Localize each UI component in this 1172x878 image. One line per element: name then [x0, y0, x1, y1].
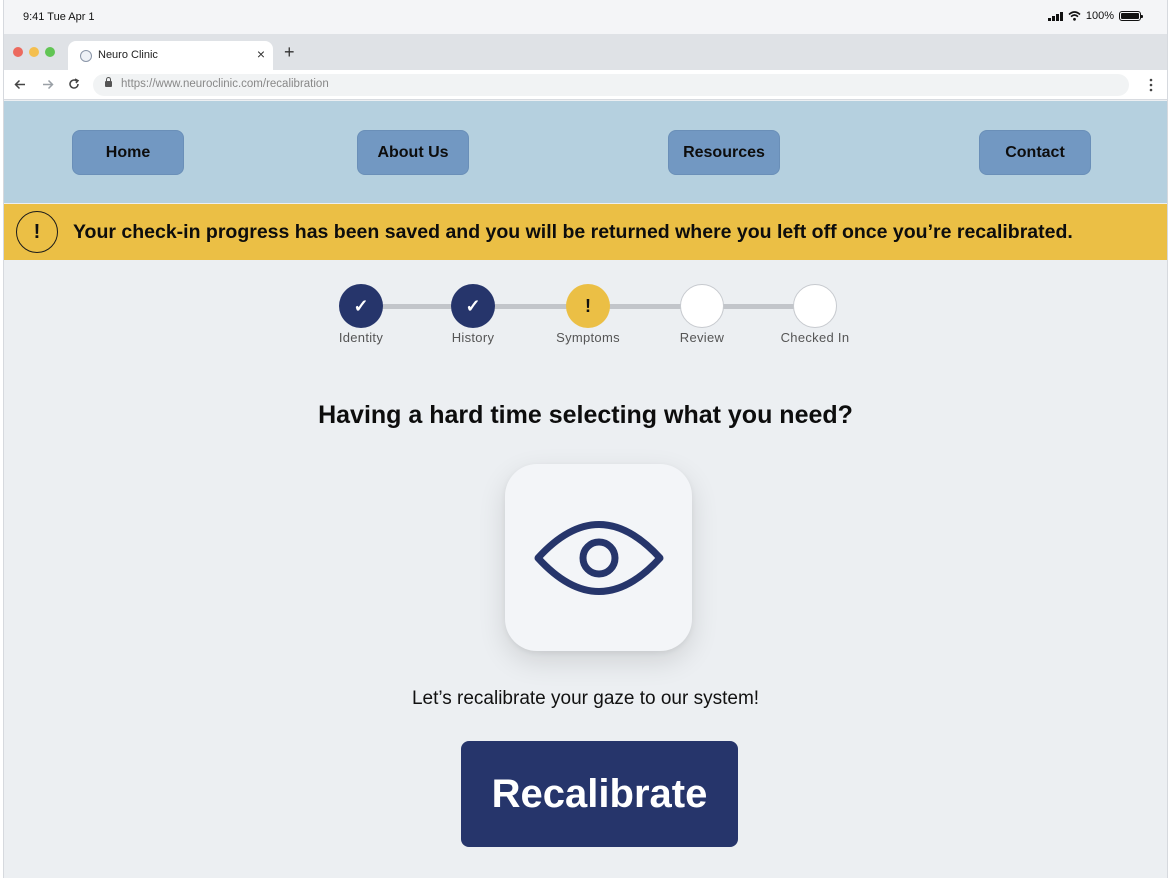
warning-icon: ! [566, 284, 610, 328]
reload-icon[interactable] [68, 78, 80, 90]
empty-step-circle [680, 284, 724, 328]
cellular-icon [1047, 11, 1063, 21]
empty-step-circle [793, 284, 837, 328]
step-history: ✓ History [428, 284, 518, 345]
step-review: Review [657, 284, 747, 345]
step-label: Checked In [780, 330, 850, 345]
nav-about-us[interactable]: About Us [357, 130, 469, 175]
new-tab-button[interactable]: + [284, 42, 295, 63]
url-bar[interactable]: https://www.neuroclinic.com/recalibratio… [93, 74, 1129, 96]
status-right: 100% [1047, 10, 1143, 22]
step-symptoms: ! Symptoms [543, 284, 633, 345]
wifi-icon [1068, 11, 1081, 21]
more-options-icon[interactable] [1149, 78, 1153, 92]
page-heading: Having a hard time selecting what you ne… [318, 401, 853, 429]
banner-message: Your check-in progress has been saved an… [73, 221, 1073, 243]
recalibrate-prompt: Let’s recalibrate your gaze to our syste… [411, 688, 760, 709]
eye-icon-card [505, 464, 692, 651]
battery-icon [1119, 11, 1143, 21]
nav-home[interactable]: Home [72, 130, 184, 175]
recalibrate-button[interactable]: Recalibrate [461, 741, 738, 847]
browser-window: 9:41 Tue Apr 1 100% Neuro Clinic × + htt… [3, 0, 1168, 878]
favicon-icon [80, 50, 92, 62]
minimize-window-dot[interactable] [29, 47, 39, 57]
step-checked-in: Checked In [770, 284, 860, 345]
step-label: Identity [338, 330, 384, 345]
alert-icon: ! [16, 211, 58, 253]
close-window-dot[interactable] [13, 47, 23, 57]
battery-percent: 100% [1085, 10, 1114, 22]
status-bar: 9:41 Tue Apr 1 100% [4, 0, 1167, 34]
tab-close-icon[interactable]: × [257, 46, 265, 62]
back-icon[interactable] [14, 79, 26, 90]
step-label: Symptoms [556, 330, 620, 345]
status-time: 9:41 Tue Apr 1 [23, 11, 95, 23]
tab-strip: Neuro Clinic × + [4, 34, 1167, 70]
eye-icon [534, 520, 663, 595]
maximize-window-dot[interactable] [45, 47, 55, 57]
forward-icon[interactable] [42, 79, 54, 90]
nav-resources[interactable]: Resources [668, 130, 780, 175]
lock-icon [105, 77, 112, 87]
checkmark-icon: ✓ [339, 284, 383, 328]
site-header: Home About Us Resources Contact [4, 101, 1167, 203]
step-identity: ✓ Identity [316, 284, 406, 345]
checkmark-icon: ✓ [451, 284, 495, 328]
url-text: https://www.neuroclinic.com/recalibratio… [121, 78, 329, 90]
window-controls [13, 47, 55, 57]
step-label: Review [679, 330, 725, 345]
progress-saved-banner: ! Your check-in progress has been saved … [4, 204, 1167, 260]
browser-tab[interactable]: Neuro Clinic × [68, 41, 273, 70]
address-bar: https://www.neuroclinic.com/recalibratio… [4, 70, 1167, 100]
nav-contact[interactable]: Contact [979, 130, 1091, 175]
tab-title: Neuro Clinic [98, 49, 158, 61]
checkin-stepper: ✓ Identity ✓ History ! Symptoms Review C… [4, 284, 1167, 354]
step-label: History [451, 330, 495, 345]
